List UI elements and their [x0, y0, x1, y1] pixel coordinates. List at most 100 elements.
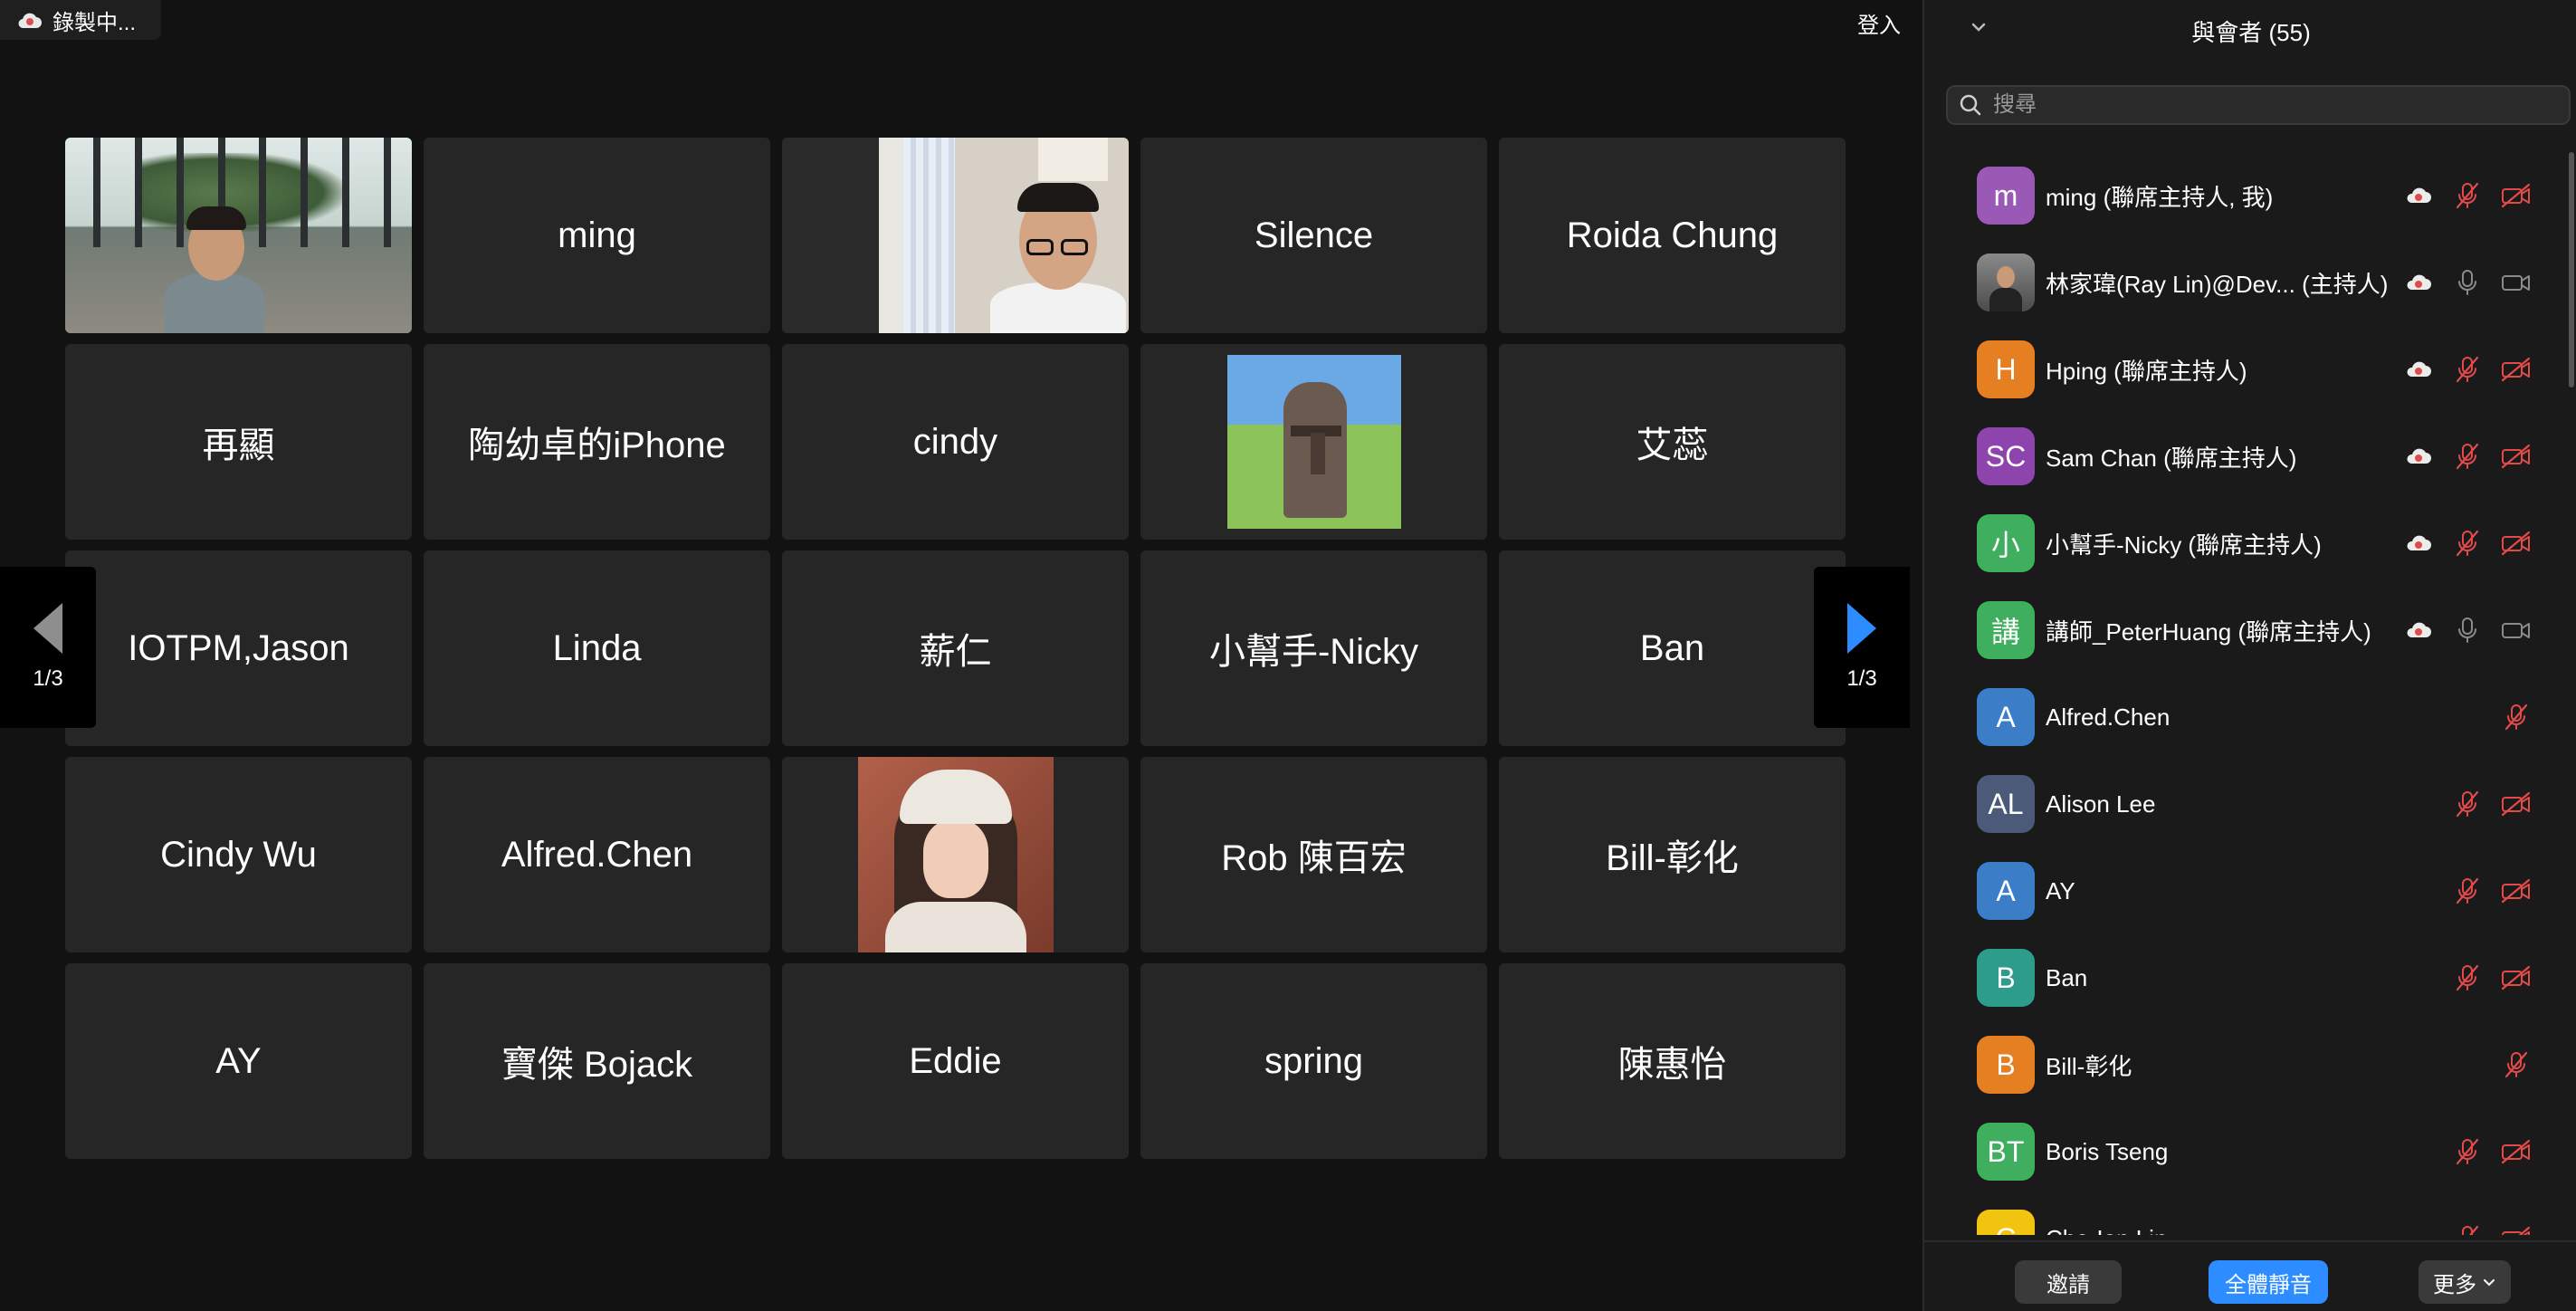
zoom-meeting-window: 錄製中... 登入 ming Silence Roida Chung 再顯 陶幼卓的iP… — [0, 0, 2576, 1311]
scrollbar[interactable] — [2569, 152, 2574, 388]
avatar: m — [1977, 167, 2035, 225]
camera-off-icon — [2501, 965, 2531, 990]
participant-row[interactable]: 小小幫手-Nicky (聯席主持人) — [1924, 500, 2576, 587]
video-tile[interactable]: ming — [424, 138, 770, 333]
mic-toggle[interactable] — [2451, 875, 2484, 907]
video-tile[interactable] — [65, 138, 412, 333]
video-tile[interactable]: Silence — [1140, 138, 1487, 333]
participant-row[interactable]: 講講師_PeterHuang (聯席主持人) — [1924, 587, 2576, 674]
mic-toggle[interactable] — [2451, 962, 2484, 994]
cloud-recording-icon — [2407, 448, 2431, 464]
more-button[interactable]: 更多 — [2419, 1260, 2511, 1304]
video-tile[interactable]: Eddie — [782, 963, 1129, 1159]
cloud-status — [2402, 179, 2435, 212]
participant-name: Ban — [2046, 963, 2088, 991]
cloud-recording-icon — [2407, 535, 2431, 550]
participant-row[interactable]: C Che-Ien Lin — [1924, 1195, 2576, 1235]
arrow-right-icon — [1847, 603, 1876, 654]
participant-name: Linda — [552, 627, 642, 668]
participant-name: Ban — [1639, 627, 1705, 668]
mic-muted-icon — [2504, 1051, 2528, 1078]
participant-name: Alfred.Chen — [501, 834, 693, 875]
video-tile[interactable]: AY — [65, 963, 412, 1159]
avatar — [1977, 254, 2035, 311]
camera-status — [2500, 788, 2533, 820]
video-tile[interactable]: Ban — [1499, 550, 1846, 746]
mic-icon — [2458, 617, 2476, 643]
recording-indicator[interactable]: 錄製中... — [0, 0, 161, 40]
login-link[interactable]: 登入 — [1857, 7, 1901, 39]
profile-picture — [1226, 355, 1401, 529]
participant-name: 講師_PeterHuang (聯席主持人) — [2046, 617, 2371, 646]
mic-muted-icon — [2456, 790, 2479, 818]
video-tile[interactable]: Roida Chung — [1499, 138, 1846, 333]
participant-row[interactable]: BT Boris Tseng — [1924, 1108, 2576, 1195]
avatar: B — [1977, 1036, 2035, 1094]
participant-row[interactable]: SC Sam Chan (聯席主持人) — [1924, 413, 2576, 500]
next-page-button[interactable]: 1/3 — [1814, 567, 1910, 728]
mic-toggle[interactable] — [2451, 179, 2484, 212]
participant-row[interactable]: 林家瑋(Ray Lin)@Dev... (主持人) — [1924, 239, 2576, 326]
participant-row[interactable]: AL Alison Lee — [1924, 761, 2576, 847]
avatar: 小 — [1977, 514, 2035, 572]
participant-list[interactable]: m ming (聯席主持人, 我) 林家瑋(Ray Lin)@Dev... (主持人… — [1924, 152, 2576, 1235]
cloud-status — [2402, 527, 2435, 560]
video-tile[interactable]: IOTPM,Jason — [65, 550, 412, 746]
mic-toggle[interactable] — [2451, 788, 2484, 820]
mic-toggle[interactable] — [2451, 353, 2484, 386]
search-input[interactable] — [1993, 92, 2536, 118]
mic-toggle[interactable] — [2451, 614, 2484, 646]
participant-row[interactable]: B Ban — [1924, 934, 2576, 1021]
participant-name: 再顯 — [202, 426, 275, 465]
video-tile[interactable]: 小幫手-Nicky — [1140, 550, 1487, 746]
video-tile[interactable]: Alfred.Chen — [424, 757, 770, 952]
camera-off-icon — [2502, 1226, 2531, 1235]
camera-status — [2500, 353, 2533, 386]
cloud-recording-icon — [2407, 361, 2431, 377]
mic-toggle[interactable] — [2451, 1135, 2484, 1168]
participant-row[interactable]: m ming (聯席主持人, 我) — [1924, 152, 2576, 239]
video-tile[interactable] — [782, 138, 1129, 333]
mic-toggle[interactable] — [2451, 266, 2484, 299]
video-tile[interactable]: 寶傑 Bojack — [424, 963, 770, 1159]
search-box[interactable] — [1946, 85, 2571, 125]
participants-panel: 與會者 (55) m ming (聯席主持人, 我) 林家瑋(Ray Lin)@De… — [1922, 0, 2576, 1311]
panel-footer: 邀請 全體靜音 更多 — [1924, 1240, 2576, 1311]
video-tile[interactable]: Linda — [424, 550, 770, 746]
camera-status — [2500, 440, 2533, 473]
participant-name: 薪仁 — [919, 632, 992, 672]
mic-muted-icon — [2456, 182, 2479, 209]
participant-name: 艾蕊 — [1636, 426, 1709, 465]
invite-button[interactable]: 邀請 — [2015, 1260, 2122, 1304]
participant-row[interactable]: H Hping (聯席主持人) — [1924, 326, 2576, 413]
video-tile[interactable]: Rob 陳百宏 — [1140, 757, 1487, 952]
video-tile[interactable]: 艾蕊 — [1499, 344, 1846, 540]
video-tile[interactable]: spring — [1140, 963, 1487, 1159]
participant-name: AY — [2046, 876, 2075, 904]
arrow-left-icon — [33, 603, 62, 654]
mic-toggle[interactable] — [2451, 1222, 2484, 1235]
panel-title: 與會者 (55) — [2191, 19, 2311, 46]
participant-row[interactable]: B Bill-彰化 — [1924, 1021, 2576, 1108]
participant-name: cindy — [912, 421, 998, 462]
mute-all-button[interactable]: 全體靜音 — [2209, 1260, 2328, 1304]
cloud-status — [2402, 353, 2435, 386]
mic-status — [2500, 1048, 2533, 1081]
video-tile[interactable]: 再顯 — [65, 344, 412, 540]
camera-status — [2500, 1135, 2533, 1168]
more-label: 更多 — [2433, 1272, 2476, 1297]
participant-row[interactable]: A AY — [1924, 847, 2576, 934]
mic-toggle[interactable] — [2451, 440, 2484, 473]
video-tile[interactable]: Cindy Wu — [65, 757, 412, 952]
previous-page-button[interactable]: 1/3 — [0, 567, 96, 728]
video-tile[interactable]: 陶幼卓的iPhone — [424, 344, 770, 540]
video-tile[interactable] — [1140, 344, 1487, 540]
mic-toggle[interactable] — [2451, 527, 2484, 560]
participant-row[interactable]: A Alfred.Chen — [1924, 674, 2576, 761]
camera-off-icon — [2501, 791, 2531, 817]
video-tile[interactable]: Bill-彰化 — [1499, 757, 1846, 952]
video-tile[interactable]: 薪仁 — [782, 550, 1129, 746]
video-tile[interactable]: 陳惠怡 — [1499, 963, 1846, 1159]
video-tile[interactable] — [782, 757, 1129, 952]
video-tile[interactable]: cindy — [782, 344, 1129, 540]
